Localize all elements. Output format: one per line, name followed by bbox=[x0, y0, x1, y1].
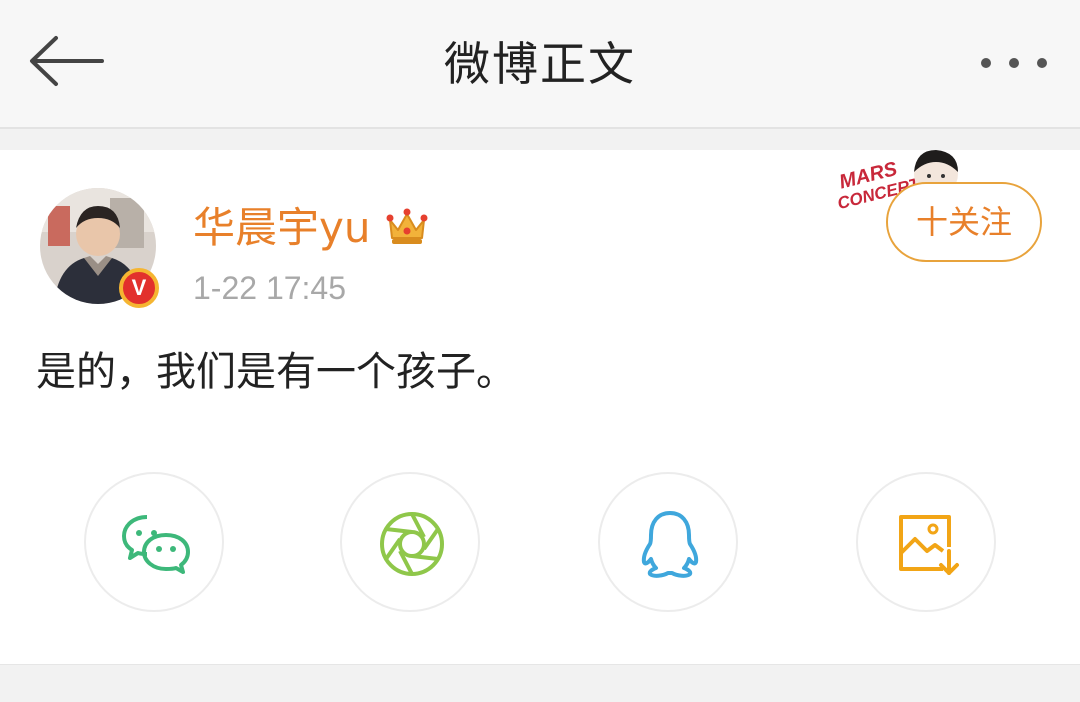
crown-icon bbox=[386, 208, 428, 244]
post-timestamp: 1-22 17:45 bbox=[193, 270, 347, 306]
weibo-post-page: 微博正文 V 华晨宇yu 1-22 17:45 MARS CONCERT 十关注… bbox=[0, 0, 1080, 702]
post-card: V 华晨宇yu 1-22 17:45 MARS CONCERT 十关注 是的，我… bbox=[0, 150, 1080, 664]
page-title: 微博正文 bbox=[444, 37, 636, 91]
verified-badge: V bbox=[119, 268, 159, 308]
share-wechat-button[interactable] bbox=[84, 472, 224, 612]
save-image-button[interactable] bbox=[856, 472, 996, 612]
qq-icon bbox=[641, 511, 699, 578]
wechat-icon bbox=[122, 515, 190, 574]
username[interactable]: 华晨宇yu bbox=[193, 202, 370, 254]
more-dots-icon bbox=[981, 58, 1047, 68]
more-button[interactable] bbox=[972, 46, 1056, 80]
share-qq-button[interactable] bbox=[598, 472, 738, 612]
follow-button[interactable]: 十关注 bbox=[886, 182, 1042, 262]
post-content: 是的，我们是有一个孩子。 bbox=[36, 349, 516, 395]
save-image-icon bbox=[899, 515, 959, 575]
share-moments-button[interactable] bbox=[340, 472, 480, 612]
top-navbar: 微博正文 bbox=[0, 0, 1080, 129]
moments-icon bbox=[380, 512, 444, 576]
bottom-separator bbox=[0, 664, 1080, 702]
